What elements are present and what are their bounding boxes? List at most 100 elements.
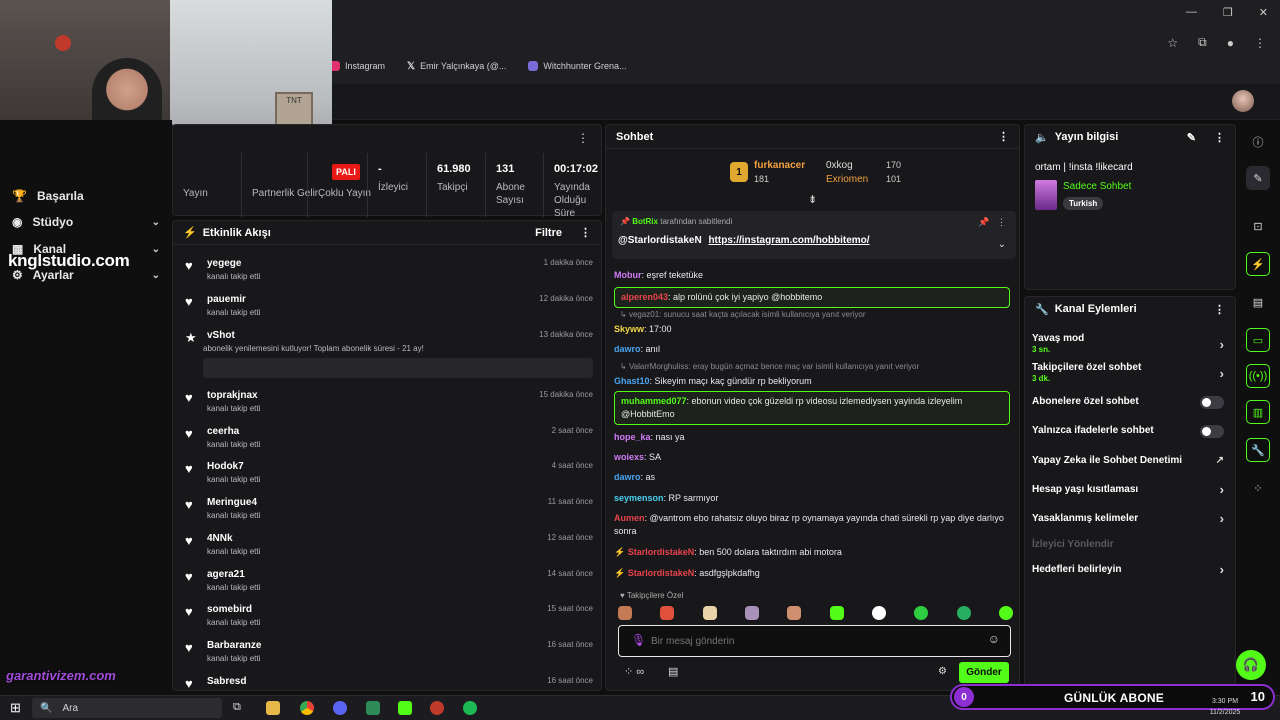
action-row[interactable]: Yapay Zeka ile Sohbet Denetimi ↗ [1032, 455, 1228, 466]
chat-icon[interactable]: ▭ [1246, 328, 1270, 352]
activity-user[interactable]: somebird [207, 604, 252, 615]
emote[interactable] [787, 606, 802, 620]
action-row[interactable]: İzleyici Yönlendir [1032, 539, 1228, 550]
chat-message-input[interactable] [651, 632, 971, 650]
more-icon[interactable]: ⋮ [580, 226, 591, 239]
layout-icon[interactable]: ▥ [1246, 400, 1270, 424]
chat-message[interactable]: muhammed077: ebonun video çok güzeldi rp… [614, 391, 1010, 425]
emote[interactable] [998, 606, 1013, 620]
activity-user[interactable]: 4NNk [207, 533, 233, 544]
settings-icon[interactable]: ⚙ [938, 666, 947, 677]
action-row[interactable]: Takipçilere özel sohbet 3 dk. › [1032, 362, 1228, 383]
toggle-switch[interactable] [1200, 425, 1224, 438]
sidebar-item-basarilar[interactable]: 🏆 Başarıla [12, 189, 160, 203]
action-row[interactable]: Yalnızca ifadelerle sohbet [1032, 425, 1228, 438]
activity-user[interactable]: ceerha [207, 426, 239, 437]
action-row[interactable]: Abonelere özel sohbet [1032, 396, 1228, 409]
activity-item[interactable]: ♥ ceerha kanalı takip etti 2 saat önce [181, 424, 593, 456]
menu-icon[interactable]: ⋮ [1254, 36, 1266, 50]
broadcast-icon[interactable]: ((•)) [1246, 364, 1270, 388]
third-name[interactable]: Exriomen [826, 174, 868, 185]
emote[interactable] [660, 606, 675, 620]
activity-user[interactable]: Hodok7 [207, 461, 244, 472]
activity-item[interactable]: ♥ somebird kanalı takip etti 15 saat önce [181, 602, 593, 634]
bookmark-witchhunter[interactable]: Witchhunter Grena... [528, 61, 626, 71]
activity-user[interactable]: Meringue4 [207, 497, 257, 508]
extensions-icon[interactable]: ⧉ [1198, 35, 1207, 50]
task-view-icon[interactable]: ⧉ [233, 701, 247, 715]
emote[interactable] [618, 606, 632, 620]
activity-user[interactable]: toprakjnax [207, 390, 258, 401]
leader-name[interactable]: furkanacer [754, 160, 805, 171]
activity-item[interactable]: ♥ Hodok7 kanalı takip etti 4 saat önce [181, 459, 593, 491]
chat-username[interactable]: muhammed077 [621, 396, 687, 406]
chevron-right-icon[interactable]: › [1220, 366, 1224, 381]
sidebar-item-studyo[interactable]: ◉ Stüdyo ⌄ [12, 215, 160, 229]
chat-username[interactable]: woiexs [614, 452, 644, 462]
info-icon[interactable]: ⓘ [1246, 130, 1270, 154]
xbox-icon[interactable] [366, 701, 380, 715]
action-row[interactable]: Hedefleri belirleyin › [1032, 562, 1228, 577]
bookmark-instagram[interactable]: Instagram [330, 61, 385, 71]
chevron-right-icon[interactable]: › [1220, 482, 1224, 497]
store-icon[interactable]: ▤ [668, 665, 678, 678]
pinned-link[interactable]: https://instagram.com/hobbitemo/ [708, 235, 869, 246]
more-icon[interactable]: ⋮ [1214, 303, 1225, 316]
emote[interactable] [914, 606, 929, 620]
chat-username[interactable]: Aumen [614, 513, 645, 523]
action-row[interactable]: Hesap yaşı kısıtlaması › [1032, 482, 1228, 497]
help-icon[interactable]: 🎧 [1236, 650, 1266, 680]
activity-user[interactable]: Sabresd [207, 676, 246, 687]
external-link-icon[interactable]: ↗ [1216, 455, 1224, 466]
close-icon[interactable]: ✕ [1259, 6, 1268, 19]
pinned-author[interactable]: BotRix [632, 217, 658, 226]
activity-item[interactable]: ♥ toprakjnax kanalı takip etti 15 dakika ön… [181, 388, 593, 420]
emote[interactable] [829, 606, 844, 620]
chat-message[interactable]: Mobur: eşref teketüke [614, 269, 1010, 282]
document-icon[interactable]: ▤ [1246, 290, 1270, 314]
category-thumbnail[interactable] [1035, 180, 1057, 210]
chat-message[interactable]: alperen043: alp rolünü çok iyi yapiyo @h… [614, 287, 1010, 308]
emote[interactable] [702, 606, 717, 620]
wrench-icon[interactable]: 🔧 [1246, 438, 1270, 462]
action-row[interactable]: Yavaş mod 3 sn. › [1032, 333, 1228, 354]
emote[interactable] [956, 606, 971, 620]
chat-message[interactable]: hope_ka: nası ya [614, 431, 1010, 444]
activity-item[interactable]: ♥ Barbaranze kanalı takip etti 16 saat önce [181, 638, 593, 670]
avatar[interactable] [1232, 90, 1254, 112]
edit-icon[interactable]: ✎ [1187, 131, 1196, 144]
chat-message[interactable]: dawro: as [614, 471, 1010, 484]
chevron-right-icon[interactable]: › [1220, 511, 1224, 526]
crop-icon[interactable]: ⊡ [1246, 214, 1270, 238]
chat-message[interactable]: ⚡ StarlordistakeN: ben 500 dolara taktır… [614, 546, 1010, 559]
chevron-right-icon[interactable]: › [1220, 562, 1224, 577]
restore-icon[interactable]: ❐ [1223, 6, 1233, 19]
chat-username[interactable]: seymenson [614, 493, 664, 503]
chat-message[interactable]: dawro: anıl [614, 343, 1010, 356]
microphone-icon[interactable]: 🎙 [631, 633, 646, 647]
chat-username[interactable]: Ghast10 [614, 376, 650, 386]
activity-item[interactable]: ♥ pauemir kanalı takip etti 12 dakika önce [181, 292, 593, 324]
chrome-icon[interactable] [300, 701, 314, 715]
chat-username[interactable]: dawro [614, 472, 641, 482]
bookmark-x[interactable]: 𝕏 Emir Yalçınkaya (@... [407, 61, 506, 72]
more-icon[interactable]: ⋮ [998, 130, 1009, 143]
spotify-icon[interactable] [463, 701, 477, 715]
chat-username[interactable]: hope_ka [614, 432, 651, 442]
activity-item[interactable]: ♥ agera21 kanalı takip etti 14 saat önce [181, 567, 593, 599]
activity-item[interactable]: ♥ 4NNk kanalı takip etti 12 saat önce [181, 531, 593, 563]
chat-input-box[interactable]: 🎙 ☺ [618, 625, 1011, 657]
activity-item[interactable]: ♥ Meringue4 kanalı takip etti 11 saat önce [181, 495, 593, 527]
chat-username[interactable]: StarlordistakeN [628, 568, 695, 578]
activity-user[interactable]: yegege [207, 258, 241, 269]
chat-message[interactable]: ⚡ StarlordistakeN: asdfgşlpkdafhg [614, 567, 1010, 580]
taskbar-search[interactable]: 🔍 Ara [32, 698, 222, 718]
bolt-icon[interactable]: ⚡ [1246, 252, 1270, 276]
discord-icon[interactable] [333, 701, 347, 715]
more-icon[interactable]: ⋮ [1214, 131, 1225, 144]
chat-username[interactable]: StarlordistakeN [628, 547, 695, 557]
chat-message[interactable]: seymenson: RP sarmıyor [614, 492, 1010, 505]
activity-item[interactable]: ★ vShot abonelik yenilemesini kutluyor! To… [181, 328, 593, 380]
chevron-down-icon[interactable]: ⌄ [998, 239, 1006, 250]
more-icon[interactable]: ⋮ [577, 131, 589, 145]
